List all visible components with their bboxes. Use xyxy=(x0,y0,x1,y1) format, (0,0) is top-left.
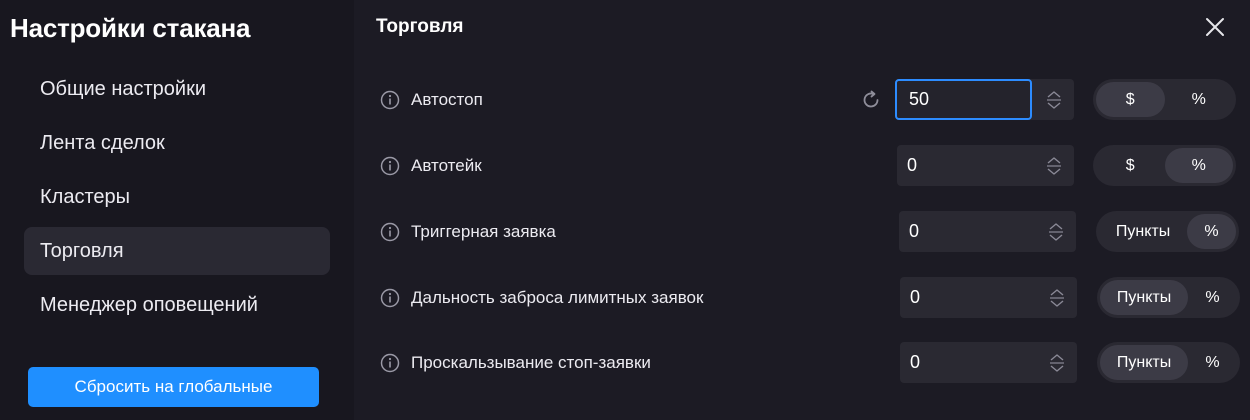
unit-option-points[interactable]: Пункты xyxy=(1099,214,1187,249)
unit-option-dollar[interactable]: $ xyxy=(1096,82,1165,117)
unit-option-percent[interactable]: % xyxy=(1187,214,1236,249)
unit-option-points[interactable]: Пункты xyxy=(1100,345,1189,380)
setting-row-limit-order-distance: Дальность заброса лимитных заявок Пункты… xyxy=(354,277,1250,319)
setting-label: Автотейк xyxy=(411,156,482,175)
stop-slippage-input[interactable] xyxy=(900,342,1037,383)
stop-slippage-unit-toggle: Пункты % xyxy=(1097,342,1240,383)
spinner-icon[interactable] xyxy=(1034,79,1074,120)
spinner-icon[interactable] xyxy=(1034,145,1074,186)
stop-slippage-field xyxy=(900,342,1077,383)
setting-row-trigger-order: Триггерная заявка Пункты % xyxy=(354,211,1250,253)
page-title: Торговля xyxy=(376,16,464,37)
sidebar-item-clusters[interactable]: Кластеры xyxy=(24,173,330,221)
sidebar-title: Настройки стакана xyxy=(10,13,251,43)
sidebar-item-trades-tape[interactable]: Лента сделок xyxy=(24,119,330,167)
setting-label: Проскальзывание стоп-заявки xyxy=(411,353,651,372)
trigger-order-input[interactable] xyxy=(899,211,1036,252)
main-panel: Торговля Автостоп 50 $ % Автотейк 0 $ % … xyxy=(354,0,1250,420)
trigger-order-field xyxy=(899,211,1076,252)
setting-label: Дальность заброса лимитных заявок xyxy=(411,288,704,307)
unit-option-dollar[interactable]: $ xyxy=(1096,148,1165,183)
sidebar: Настройки стакана Общие настройки Лента … xyxy=(0,0,354,420)
info-icon[interactable] xyxy=(380,90,400,110)
reset-to-global-button[interactable]: Сбросить на глобальные xyxy=(28,367,319,407)
spinner-icon[interactable] xyxy=(1037,277,1077,318)
setting-label: Автостоп xyxy=(411,90,483,109)
autotake-unit-toggle: $ % xyxy=(1093,145,1236,186)
info-icon[interactable] xyxy=(380,156,400,176)
sidebar-item-general[interactable]: Общие настройки xyxy=(24,65,330,113)
setting-row-autotake: Автотейк $ % xyxy=(354,145,1250,187)
info-icon[interactable] xyxy=(380,222,400,242)
sidebar-nav: Общие настройки Лента сделок Кластеры То… xyxy=(24,65,330,335)
limit-order-distance-unit-toggle: Пункты % xyxy=(1097,277,1240,318)
setting-label: Триггерная заявка xyxy=(411,222,556,241)
unit-option-percent[interactable]: % xyxy=(1188,345,1237,380)
unit-option-points[interactable]: Пункты xyxy=(1100,280,1189,315)
close-icon[interactable] xyxy=(1202,14,1228,40)
limit-order-distance-input[interactable] xyxy=(900,277,1037,318)
sidebar-item-trading[interactable]: Торговля xyxy=(24,227,330,275)
setting-row-autostop: Автостоп $ % xyxy=(354,79,1250,121)
spinner-icon[interactable] xyxy=(1037,342,1077,383)
autotake-field xyxy=(897,145,1074,186)
autostop-input[interactable] xyxy=(895,79,1032,120)
unit-option-percent[interactable]: % xyxy=(1188,280,1237,315)
trigger-order-unit-toggle: Пункты % xyxy=(1096,211,1239,252)
info-icon[interactable] xyxy=(380,353,400,373)
limit-order-distance-field xyxy=(900,277,1077,318)
setting-row-stop-slippage: Проскальзывание стоп-заявки Пункты % xyxy=(354,342,1250,384)
unit-option-percent[interactable]: % xyxy=(1164,148,1233,183)
autostop-unit-toggle: $ % xyxy=(1093,79,1236,120)
autotake-input[interactable] xyxy=(897,145,1034,186)
unit-option-percent[interactable]: % xyxy=(1165,82,1234,117)
spinner-icon[interactable] xyxy=(1036,211,1076,252)
autostop-field xyxy=(895,79,1074,120)
info-icon[interactable] xyxy=(380,288,400,308)
refresh-icon[interactable] xyxy=(860,89,882,111)
sidebar-item-alerts-manager[interactable]: Менеджер оповещений xyxy=(24,281,330,329)
